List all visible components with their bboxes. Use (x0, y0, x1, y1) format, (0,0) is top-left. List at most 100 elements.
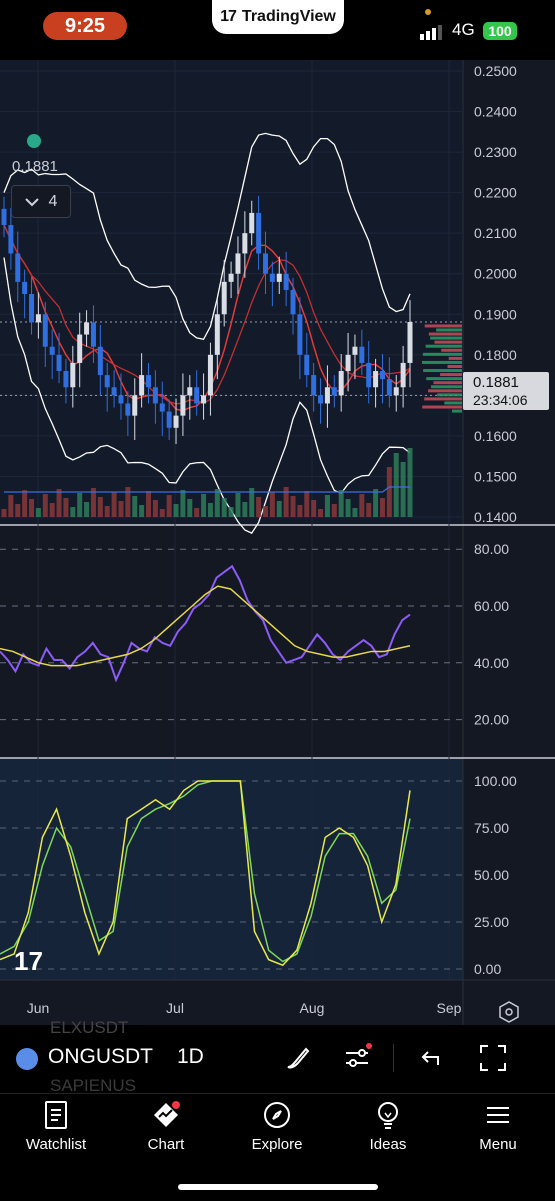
volume-profile-bar (452, 409, 462, 413)
volume-bar (166, 495, 172, 517)
volume-bar (70, 507, 76, 517)
symbol-logo-icon[interactable] (16, 1048, 38, 1070)
time-axis-label: Aug (300, 1000, 325, 1016)
price-axis-label: 0.2000 (474, 266, 517, 282)
volume-bar (187, 499, 193, 517)
volume-bar (352, 508, 358, 517)
candle-body (29, 294, 35, 323)
volume-profile-bar (424, 324, 462, 328)
toolbar-divider (393, 1044, 394, 1072)
candle-body (56, 354, 62, 372)
candle-body (49, 346, 55, 355)
stoch-axis-label: 50.00 (474, 867, 509, 883)
price-axis-label: 0.2400 (474, 104, 517, 120)
volume-profile-bar (440, 373, 462, 377)
candle-body (269, 273, 275, 282)
candle-body (256, 212, 262, 254)
stoch-axis-label: 75.00 (474, 820, 509, 836)
volume-bar (159, 509, 165, 517)
candle-body (359, 346, 365, 363)
chart-icon (154, 1101, 180, 1127)
price-axis-label: 0.2300 (474, 144, 517, 160)
nav-explore[interactable]: Explore (227, 1100, 327, 1153)
volume-bar (262, 506, 268, 517)
indicators-icon[interactable] (342, 1043, 372, 1073)
indicator-count: 4 (48, 192, 58, 210)
candle-body (8, 225, 14, 254)
candle-body (262, 253, 268, 274)
chart-canvas[interactable]: 17 0.2500 0.2400 0.2300 0.2200 0.2100 0.2000 0… (0, 60, 555, 1025)
volume-bar (311, 500, 317, 517)
volume-bar (207, 503, 213, 517)
volume-bar (235, 493, 241, 517)
collapse-indicators-button[interactable]: 4 (11, 185, 71, 218)
nav-ideas-label: Ideas (369, 1136, 407, 1153)
candle-body (242, 233, 248, 254)
nav-ideas[interactable]: Ideas (338, 1100, 438, 1153)
candle-body (180, 395, 186, 416)
rsi-axis-label: 20.00 (474, 712, 509, 728)
candle-body (132, 395, 138, 416)
draw-brush-icon[interactable] (282, 1043, 312, 1073)
tradingview-watermark-icon: 17 (14, 946, 43, 976)
nav-chart-label: Chart (147, 1136, 185, 1153)
stoch-axis-label: 25.00 (474, 914, 509, 930)
candle-body (331, 387, 337, 396)
volume-bar (297, 505, 303, 517)
volume-profile-bar (448, 356, 462, 360)
volume-bar (29, 499, 35, 517)
nav-explore-label: Explore (251, 1136, 303, 1153)
price-axis-label: 0.2100 (474, 225, 517, 241)
ghost-symbol-above: ELXUSDT (50, 1018, 129, 1037)
tradingview-pill[interactable]: 17 TradingView (212, 0, 344, 34)
volume-bar (407, 448, 413, 517)
interval-button[interactable]: 1D (177, 1045, 204, 1069)
candle-body (290, 289, 296, 315)
volume-bar (180, 490, 186, 517)
candle-body (152, 387, 158, 404)
volume-profile-bar (437, 393, 462, 397)
candle-body (393, 387, 399, 396)
nav-chart[interactable]: Chart (116, 1100, 216, 1153)
nav-watchlist-label: Watchlist (25, 1136, 87, 1153)
volume-bar (338, 490, 344, 517)
fullscreen-icon[interactable] (478, 1043, 508, 1073)
volume-bar (366, 503, 372, 517)
candle-body (386, 379, 392, 396)
volume-profile-bar (425, 344, 462, 348)
rsi-axis-label: 40.00 (474, 655, 509, 671)
candle-body (139, 375, 145, 396)
volume-bar (35, 508, 41, 517)
nav-menu[interactable]: Menu (448, 1100, 548, 1153)
status-bar: 9:25 17 TradingView 4G 100 (0, 0, 555, 60)
stoch-axis-label: 0.00 (474, 961, 501, 977)
volume-bar (324, 495, 330, 517)
market-status-dot[interactable] (27, 134, 41, 148)
price-axis-label: 0.1800 (474, 347, 517, 363)
undo-icon[interactable] (416, 1043, 446, 1073)
nav-watchlist[interactable]: Watchlist (6, 1100, 106, 1153)
volume-bar (214, 489, 220, 517)
tradingview-pill-label: TradingView (241, 8, 336, 25)
volume-bar (56, 489, 62, 517)
volume-bar (63, 498, 69, 517)
candle-body (146, 375, 152, 388)
symbol-button[interactable]: ONGUSDT (48, 1045, 153, 1069)
volume-profile-bar (441, 348, 462, 352)
candle-body (338, 371, 344, 396)
candle-body (63, 371, 69, 388)
status-time[interactable]: 9:25 (43, 12, 127, 40)
volume-bar (304, 491, 310, 517)
volume-bar (152, 500, 158, 517)
volume-bar (318, 509, 324, 517)
volume-bar (173, 504, 179, 517)
volume-profile-bar (426, 377, 462, 381)
chart-area[interactable]: 17 0.2500 0.2400 0.2300 0.2200 0.2100 0.2000 0… (0, 60, 555, 1025)
candle-body (90, 322, 96, 347)
candle-body (166, 411, 172, 428)
candle-body (400, 362, 406, 388)
volume-bar (8, 495, 14, 517)
candle-body (228, 273, 234, 282)
price-axis-label: 0.1500 (474, 468, 517, 484)
candle-body (70, 362, 76, 388)
